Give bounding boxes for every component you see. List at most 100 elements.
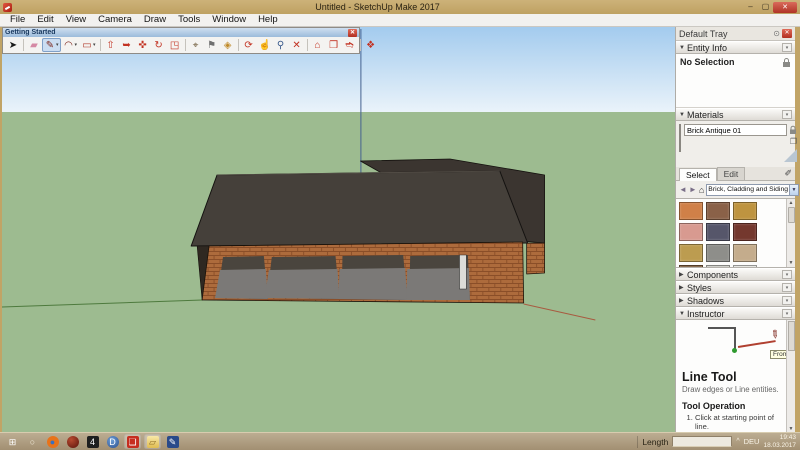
editor-icon[interactable]: ✎ xyxy=(164,434,181,449)
bay-openings xyxy=(215,255,470,300)
menu-item-file[interactable]: File xyxy=(4,14,31,26)
scrollbar-thumb[interactable] xyxy=(788,321,795,351)
zoom-extents-tool[interactable]: ✕ ▾ xyxy=(289,38,305,52)
menu-item-tools[interactable]: Tools xyxy=(172,14,206,26)
scroll-down-icon[interactable]: ▼ xyxy=(789,426,794,432)
minimize-button[interactable]: – xyxy=(743,2,758,12)
firefox-icon[interactable]: ● xyxy=(44,434,61,449)
viewport-canvas[interactable]: Getting Started ✕ ➤ ▾ ▰ ▾ ✎ ▾ ◠ xyxy=(2,27,675,432)
material-name-input[interactable] xyxy=(684,124,787,136)
in-model-icon[interactable]: ⌂ xyxy=(699,185,704,195)
orbit-tool[interactable]: ⟳ ▾ xyxy=(241,38,257,52)
tab-edit[interactable]: Edit xyxy=(717,167,746,180)
tray-expand-icon[interactable]: ^ xyxy=(736,438,739,445)
menu-item-view[interactable]: View xyxy=(60,14,92,26)
secondary-pane-icon[interactable]: ❐ xyxy=(790,137,797,146)
tray-close-icon[interactable]: ✕ xyxy=(782,29,792,38)
start-button[interactable]: ⊞ xyxy=(4,434,21,449)
material-swatch[interactable] xyxy=(706,202,730,220)
zoom-tool[interactable]: ⚲ ▾ xyxy=(273,38,289,52)
toolbar-separator xyxy=(238,39,239,51)
materials-menu-button[interactable]: ▾ xyxy=(782,110,792,119)
menu-item-draw[interactable]: Draw xyxy=(138,14,172,26)
instructor-scrollbar[interactable]: ▼ xyxy=(786,320,795,432)
menu-item-help[interactable]: Help xyxy=(252,14,284,26)
tab-select[interactable]: Select xyxy=(679,168,717,181)
arc-tool[interactable]: ◠ ▾ xyxy=(61,38,80,52)
system-clock[interactable]: 19:43 18.03.2017 xyxy=(763,434,796,449)
menu-item-window[interactable]: Window xyxy=(206,14,252,26)
materials-header[interactable]: ▼ Materials ▾ xyxy=(676,108,795,121)
material-swatch[interactable] xyxy=(733,223,757,241)
material-swatch[interactable] xyxy=(733,202,757,220)
pan-tool[interactable]: ☝ ▾ xyxy=(257,38,273,52)
pushpull-tool[interactable]: ⇧ ▾ xyxy=(103,38,119,52)
collapse-arrow-icon: ▼ xyxy=(679,311,687,317)
chevron-down-icon[interactable]: ▾ xyxy=(93,42,96,48)
materials-scrollbar[interactable]: ▲ ▼ xyxy=(786,199,795,267)
close-button[interactable]: ✕ xyxy=(773,2,797,13)
material-swatch[interactable] xyxy=(733,244,757,262)
scroll-down-icon[interactable]: ▼ xyxy=(789,259,794,267)
game-orb-icon[interactable] xyxy=(64,434,81,449)
chevron-down-icon[interactable]: ▾ xyxy=(75,42,78,48)
toolbar-header[interactable]: Getting Started ✕ xyxy=(3,28,359,37)
search-icon[interactable]: ○ xyxy=(24,434,41,449)
app-4-icon[interactable]: 4 xyxy=(84,434,101,449)
category-dropdown[interactable]: Brick, Cladding and Siding ▼ xyxy=(706,184,799,196)
styles-menu-button[interactable]: ▾ xyxy=(782,283,792,292)
scale-tool[interactable]: ◳ ▾ xyxy=(167,38,183,52)
shadows-menu-button[interactable]: ▾ xyxy=(782,296,792,305)
eraser-tool[interactable]: ▰ ▾ xyxy=(26,38,42,52)
help-center-icon[interactable]: ❖ ▾ xyxy=(363,38,379,52)
paint-bucket-tool[interactable]: ◈ ▾ xyxy=(220,38,236,52)
text-tool[interactable]: ⚑ ▾ xyxy=(204,38,220,52)
scroll-up-icon[interactable]: ▲ xyxy=(789,199,794,207)
pin-icon[interactable]: ⊙ xyxy=(773,29,780,38)
followme-tool[interactable]: ➥ ▾ xyxy=(119,38,135,52)
rotate-tool[interactable]: ↻ ▾ xyxy=(151,38,167,52)
shadows-header[interactable]: ▶ Shadows ▾ xyxy=(676,294,795,307)
select-tool[interactable]: ➤ ▾ xyxy=(5,38,21,52)
keyboard-language[interactable]: DEU xyxy=(744,437,760,446)
line-tool[interactable]: ✎ ▾ xyxy=(42,38,61,52)
toolbar-separator xyxy=(23,39,24,51)
material-swatch[interactable] xyxy=(679,202,703,220)
tape-measure-tool[interactable]: ⌖ ▾ xyxy=(188,38,204,52)
eyedropper-icon[interactable]: ✐ xyxy=(784,168,792,179)
measurements-input[interactable] xyxy=(672,436,732,447)
maximize-button[interactable]: ▢ xyxy=(758,2,773,12)
entity-info-menu-button[interactable]: ▾ xyxy=(782,43,792,52)
styles-header[interactable]: ▶ Styles ▾ xyxy=(676,281,795,294)
instructor-header[interactable]: ▼ Instructor ▾ xyxy=(676,307,795,320)
material-swatch[interactable] xyxy=(706,244,730,262)
back-wall xyxy=(527,243,545,274)
3d-warehouse-icon[interactable]: ⌂ ▾ xyxy=(310,38,326,52)
share-model-icon[interactable]: ➬ ▾ xyxy=(342,38,358,52)
entity-info-header[interactable]: ▼ Entity Info ▾ xyxy=(676,41,795,54)
toolbar-close-icon[interactable]: ✕ xyxy=(348,29,357,37)
sketchup-icon[interactable]: ❏ xyxy=(124,434,141,449)
instructor-menu-button[interactable]: ▾ xyxy=(782,309,792,318)
extension-warehouse-icon[interactable]: ❒ ▾ xyxy=(326,38,342,52)
menu-item-camera[interactable]: Camera xyxy=(92,14,138,26)
move-tool[interactable]: ✜ ▾ xyxy=(135,38,151,52)
menu-item-edit[interactable]: Edit xyxy=(31,14,59,26)
back-arrow-icon[interactable]: ◄ xyxy=(679,185,687,194)
scrollbar-thumb[interactable] xyxy=(788,207,795,223)
explorer-icon[interactable]: ▱ xyxy=(144,434,161,449)
material-preview[interactable] xyxy=(679,124,681,152)
components-menu-button[interactable]: ▾ xyxy=(782,270,792,279)
chevron-down-icon[interactable]: ▾ xyxy=(56,42,59,48)
shapes-tool[interactable]: ▭ ▾ xyxy=(79,38,98,52)
model-scene xyxy=(2,27,675,432)
lock-icon[interactable] xyxy=(789,125,797,135)
material-swatch[interactable] xyxy=(706,223,730,241)
components-header[interactable]: ▶ Components ▾ xyxy=(676,268,795,281)
material-swatch[interactable] xyxy=(679,223,703,241)
sample-paint-triangle-icon[interactable] xyxy=(784,149,797,162)
material-swatch[interactable] xyxy=(679,244,703,262)
daemon-tools-icon[interactable]: D xyxy=(104,434,121,449)
lock-icon[interactable] xyxy=(782,57,791,68)
forward-arrow-icon[interactable]: ► xyxy=(689,185,697,194)
